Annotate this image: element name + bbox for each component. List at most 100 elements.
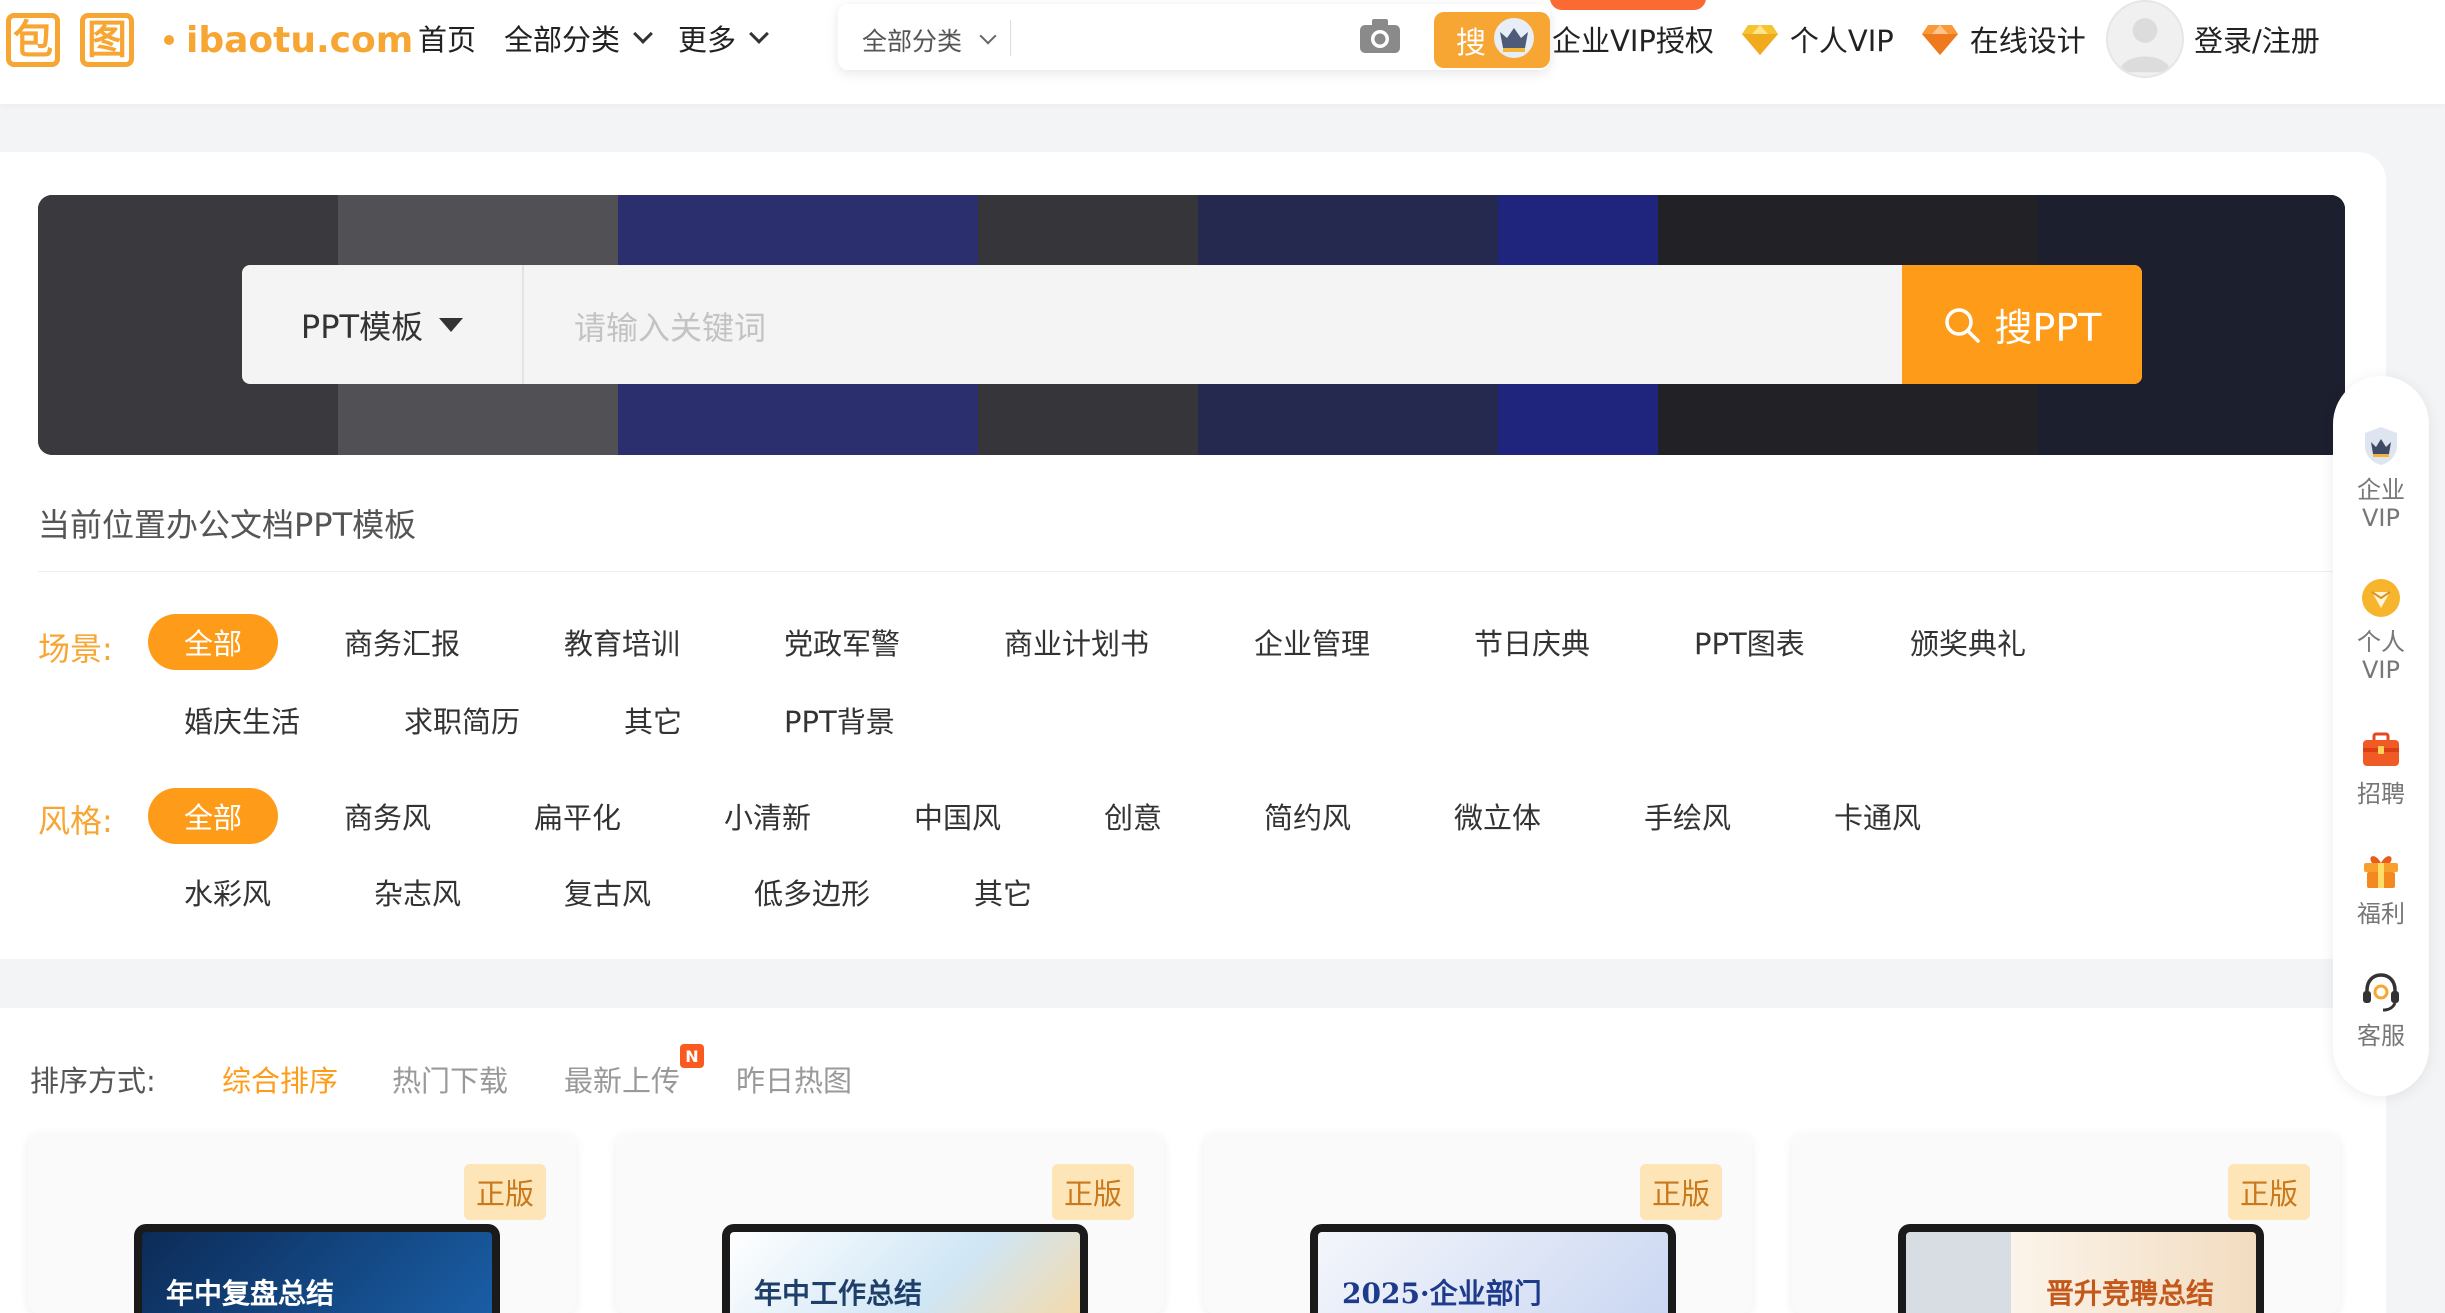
style-tag[interactable]: 中国风 bbox=[914, 788, 1001, 844]
camera-icon[interactable] bbox=[1358, 16, 1402, 56]
orange-gem-icon bbox=[1921, 25, 1958, 55]
style-tag[interactable]: 简约风 bbox=[1264, 788, 1351, 844]
header-search-category-label: 全部分类 bbox=[862, 27, 963, 56]
style-tag[interactable]: 扁平化 bbox=[534, 788, 621, 844]
template-card[interactable]: 正版 2025·企业部门 bbox=[1204, 1134, 1752, 1313]
header-search-category-select[interactable]: 全部分类 bbox=[862, 22, 997, 58]
scene-tag[interactable]: 颁奖典礼 bbox=[1910, 614, 2026, 670]
sidebar-label: 招聘 bbox=[2357, 780, 2405, 808]
sidebar-item-enterprise-vip[interactable]: 企业 VIP bbox=[2333, 424, 2429, 532]
nav-home[interactable]: 首页 bbox=[418, 17, 476, 59]
scene-tag[interactable]: 企业管理 bbox=[1254, 614, 1370, 670]
search-type-select[interactable]: PPT模板 bbox=[242, 265, 524, 384]
avatar[interactable] bbox=[2106, 0, 2184, 78]
scene-tag[interactable]: 商务汇报 bbox=[344, 614, 460, 670]
search-icon bbox=[1945, 307, 1981, 343]
thumbnail-screen: 年中复盘总结 bbox=[142, 1232, 492, 1313]
style-tag[interactable]: 卡通风 bbox=[1834, 788, 1921, 844]
style-tag-all[interactable]: 全部 bbox=[148, 788, 278, 844]
style-tag[interactable]: 杂志风 bbox=[374, 864, 461, 920]
scene-tag[interactable]: 求职简历 bbox=[404, 692, 520, 748]
thumbnail-screen: 晋升竞聘总结 bbox=[1906, 1232, 2256, 1313]
logo-dot bbox=[164, 35, 174, 45]
vip-links: 企业VIP授权 个人VIP 在线设计 bbox=[1552, 14, 2112, 64]
style-tag[interactable]: 商务风 bbox=[344, 788, 431, 844]
style-tag[interactable]: 手绘风 bbox=[1644, 788, 1731, 844]
sidebar-label: 福利 bbox=[2357, 900, 2405, 928]
scene-tag[interactable]: 教育培训 bbox=[564, 614, 680, 670]
site-logo[interactable]: 包 图 ibaotu.com bbox=[6, 12, 413, 68]
template-thumbnail: 2025·企业部门 bbox=[1310, 1224, 1676, 1313]
chevron-down-icon bbox=[633, 24, 653, 44]
scene-tag[interactable]: 节日庆典 bbox=[1474, 614, 1590, 670]
template-card[interactable]: 正版 晋升竞聘总结 bbox=[1792, 1134, 2340, 1313]
breadcrumb: 当前位置办公文档PPT模板 bbox=[38, 506, 417, 544]
logo-mark-bao: 包 bbox=[6, 13, 60, 67]
sidebar-item-benefits[interactable]: 福利 bbox=[2333, 848, 2429, 928]
sort-option-newest[interactable]: 最新上传 bbox=[564, 1058, 680, 1100]
enterprise-vip-icon bbox=[2365, 427, 2397, 465]
gift-icon bbox=[2364, 856, 2398, 888]
scene-tag[interactable]: 婚庆生活 bbox=[184, 692, 300, 748]
search-type-label: PPT模板 bbox=[300, 307, 424, 346]
online-design-label: 在线设计 bbox=[1969, 24, 2086, 58]
logo-mark-tu: 图 bbox=[80, 13, 134, 67]
licensed-badge: 正版 bbox=[1052, 1164, 1134, 1220]
search-ppt-label: 搜PPT bbox=[1994, 306, 2102, 350]
scene-tag[interactable]: PPT图表 bbox=[1694, 614, 1805, 670]
thumbnail-title: 晋升竞聘总结 bbox=[2046, 1277, 2215, 1310]
scene-tag[interactable]: 党政军警 bbox=[784, 614, 900, 670]
template-thumbnail: 年中复盘总结 bbox=[134, 1224, 500, 1313]
floating-sidebar: 企业 VIP 个人 VIP 招聘 福利 客服 bbox=[2333, 376, 2429, 1096]
top-navigation-bar: 包 图 ibaotu.com 首页 全部分类 更多 全部分类 搜 企业VIP授权… bbox=[0, 0, 2445, 104]
crown-shield-icon bbox=[1494, 18, 1534, 58]
thumbnail-screen: 年中工作总结 bbox=[730, 1232, 1080, 1313]
thumbnail-title: 年中工作总结 bbox=[754, 1277, 923, 1310]
caret-down-icon bbox=[439, 317, 464, 332]
nav-all-categories[interactable]: 全部分类 bbox=[504, 17, 653, 59]
login-register-link[interactable]: 登录/注册 bbox=[2194, 18, 2320, 60]
style-tag[interactable]: 其它 bbox=[974, 864, 1032, 920]
promo-tag bbox=[1550, 0, 1706, 10]
style-filter-label: 风格: bbox=[38, 802, 113, 840]
search-ppt-button[interactable]: 搜PPT bbox=[1902, 265, 2142, 384]
scene-tag-all[interactable]: 全部 bbox=[148, 614, 278, 670]
scene-tag[interactable]: PPT背景 bbox=[784, 692, 895, 748]
sidebar-item-customer-service[interactable]: 客服 bbox=[2333, 970, 2429, 1050]
personal-vip-link[interactable]: 个人VIP bbox=[1740, 18, 1894, 60]
style-tag[interactable]: 水彩风 bbox=[184, 864, 271, 920]
scene-tag[interactable]: 商业计划书 bbox=[1004, 614, 1149, 670]
search-divider bbox=[1010, 20, 1011, 56]
licensed-badge: 正版 bbox=[464, 1164, 546, 1220]
user-silhouette-icon bbox=[2119, 18, 2171, 73]
scene-tag[interactable]: 其它 bbox=[624, 692, 682, 748]
sort-option-comprehensive[interactable]: 综合排序 bbox=[222, 1058, 338, 1100]
style-tag[interactable]: 创意 bbox=[1104, 788, 1162, 844]
enterprise-vip-link[interactable]: 企业VIP授权 bbox=[1552, 18, 1714, 60]
online-design-link[interactable]: 在线设计 bbox=[1920, 18, 2086, 60]
sidebar-item-personal-vip[interactable]: 个人 VIP bbox=[2333, 576, 2429, 684]
style-tag[interactable]: 小清新 bbox=[724, 788, 811, 844]
logo-text: ibaotu.com bbox=[186, 19, 414, 61]
sidebar-label: 企业 VIP bbox=[2357, 476, 2405, 532]
style-tag[interactable]: 复古风 bbox=[564, 864, 651, 920]
main-nav: 首页 全部分类 更多 bbox=[418, 17, 769, 59]
sort-option-yesterday-hot[interactable]: 昨日热图 bbox=[736, 1058, 852, 1100]
headset-icon bbox=[2363, 973, 2399, 1012]
sidebar-item-recruit[interactable]: 招聘 bbox=[2333, 728, 2429, 808]
style-tag[interactable]: 微立体 bbox=[1454, 788, 1541, 844]
new-badge: N bbox=[680, 1044, 704, 1068]
briefcase-icon bbox=[2363, 732, 2399, 766]
thumbnail-title: 年中复盘总结 bbox=[166, 1277, 335, 1310]
nav-more[interactable]: 更多 bbox=[678, 17, 769, 59]
gold-gem-icon bbox=[1741, 25, 1778, 55]
keyword-input[interactable]: 请输入关键词 bbox=[574, 303, 766, 349]
style-tag[interactable]: 低多边形 bbox=[754, 864, 870, 920]
chevron-down-icon bbox=[979, 27, 997, 45]
template-card[interactable]: 正版 年中复盘总结 bbox=[28, 1134, 576, 1313]
template-thumbnail: 年中工作总结 bbox=[722, 1224, 1088, 1313]
banner-search-box: PPT模板 请输入关键词 搜PPT bbox=[242, 265, 2142, 384]
sort-option-popular[interactable]: 热门下载 bbox=[392, 1058, 508, 1100]
thumbnail-title: 2025·企业部门 bbox=[1342, 1277, 1542, 1310]
template-card[interactable]: 正版 年中工作总结 bbox=[616, 1134, 1164, 1313]
